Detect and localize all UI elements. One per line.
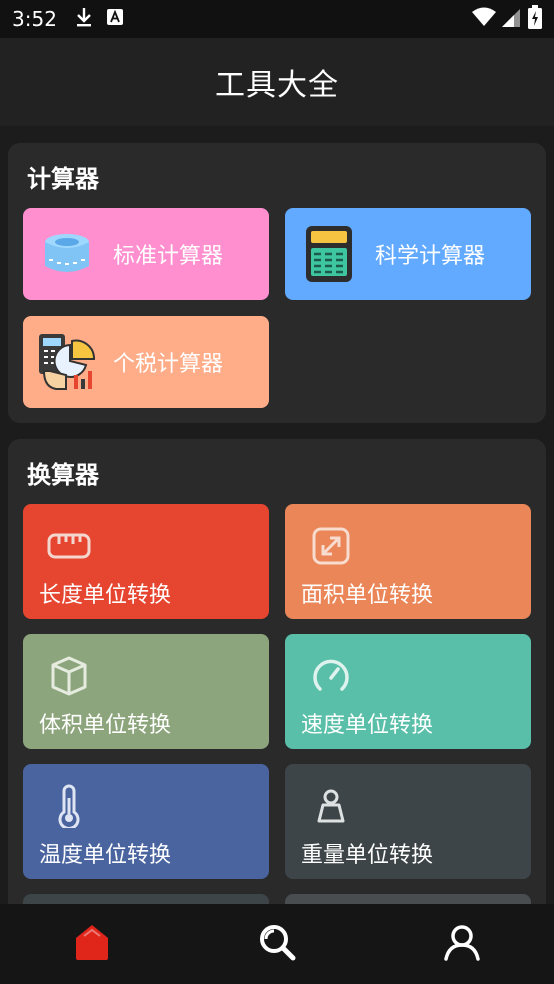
tax-calculator-icon [35,330,99,394]
weight-converter-card[interactable]: 重量单位转换 [285,764,531,879]
temperature-converter-label: 温度单位转换 [39,843,172,868]
tape-measure-icon [35,222,99,286]
area-converter-card[interactable]: 面积单位转换 [285,504,531,619]
expand-icon [307,522,355,570]
app-bar: 工具大全 [0,38,554,126]
converter-card-partial-right[interactable] [285,894,531,904]
standard-calculator-card[interactable]: 标准计算器 [23,208,269,300]
wifi-icon [472,7,496,31]
home-icon [72,922,112,966]
cube-icon [45,652,93,700]
main-content[interactable]: 计算器 标准计算器 科学计算器 个税计算器 换算器 长度单位转换 面积单位转换 … [0,126,554,904]
section-title-converters: 换算器 [27,461,99,489]
speedometer-icon [307,652,355,700]
ruler-icon [45,522,93,570]
weight-converter-label: 重量单位转换 [301,843,434,868]
calculator-icon [297,222,361,286]
bottom-navigation [0,904,554,984]
status-time: 3:52 [12,7,57,31]
nav-home[interactable] [47,909,137,979]
scientific-calculator-label: 科学计算器 [375,244,486,269]
signal-icon [502,7,522,31]
download-icon [75,7,93,31]
thermometer-icon [45,782,93,830]
a-badge-icon [106,9,123,29]
weight-icon [307,782,355,830]
status-bar: 3:52 [0,0,554,38]
section-title-calculators: 计算器 [27,165,99,193]
length-converter-card[interactable]: 长度单位转换 [23,504,269,619]
speed-converter-card[interactable]: 速度单位转换 [285,634,531,749]
tax-calculator-label: 个税计算器 [113,352,224,377]
profile-icon [443,923,481,965]
nav-profile[interactable] [417,909,507,979]
volume-converter-label: 体积单位转换 [39,713,172,738]
temperature-converter-card[interactable]: 温度单位转换 [23,764,269,879]
speed-converter-label: 速度单位转换 [301,713,434,738]
length-converter-label: 长度单位转换 [39,583,172,608]
volume-converter-card[interactable]: 体积单位转换 [23,634,269,749]
scientific-calculator-card[interactable]: 科学计算器 [285,208,531,300]
search-icon [258,923,296,965]
calculator-section: 计算器 标准计算器 科学计算器 个税计算器 [8,143,546,423]
page-title: 工具大全 [215,68,339,103]
tax-calculator-card[interactable]: 个税计算器 [23,316,269,408]
converter-card-partial-left[interactable] [23,894,269,904]
converter-section: 换算器 长度单位转换 面积单位转换 体积单位转换 速度单位转换 温度单位转换 重… [8,439,546,904]
area-converter-label: 面积单位转换 [301,583,434,608]
nav-search[interactable] [232,909,322,979]
standard-calculator-label: 标准计算器 [113,244,224,269]
battery-icon [528,5,542,33]
